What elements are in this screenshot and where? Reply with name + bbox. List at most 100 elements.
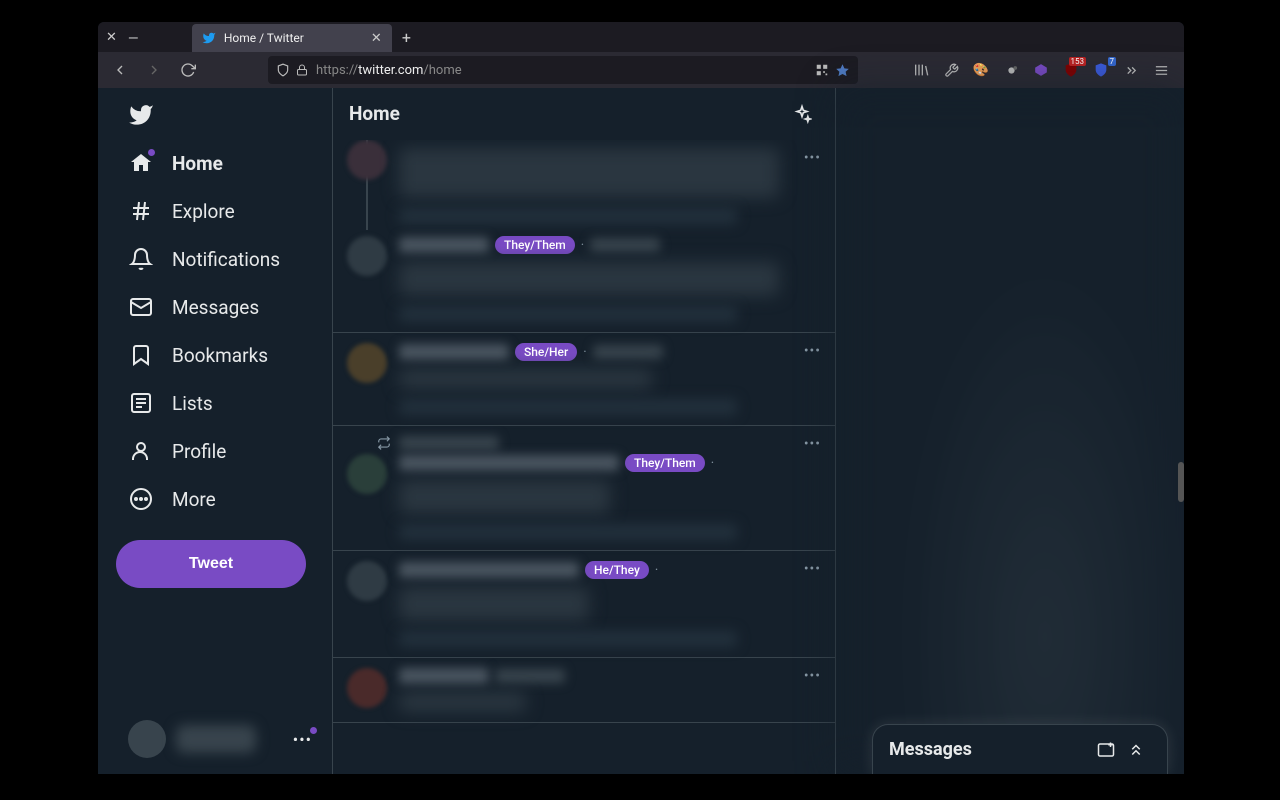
back-button[interactable] [106,56,134,84]
main-column: Home [332,88,836,774]
sidebar-item-notifications[interactable]: Notifications [116,236,324,282]
username-blurred [399,455,619,471]
avatar [347,668,387,708]
avatar [347,454,387,494]
account-switcher[interactable]: ••• [116,712,324,766]
url-text: https://twitter.com/home [316,63,462,78]
twitter-logo[interactable] [116,92,324,138]
lock-icon [296,64,308,76]
top-tweets-button[interactable] [785,97,819,131]
bookmark-star-icon[interactable] [835,63,850,78]
sidebar-item-label: Profile [172,440,226,463]
envelope-icon [128,294,154,320]
tweet-item[interactable]: ••• [333,658,835,723]
browser-toolbar: https://twitter.com/home 🎨 153 7 [98,52,1184,88]
window-close-icon[interactable]: ✕ [106,30,117,45]
shield-icon [276,63,290,77]
sidebar-item-messages[interactable]: Messages [116,284,324,330]
ublock-icon[interactable]: 153 [1062,61,1080,79]
sidebar: Home Explore Notifications Messages Book… [98,88,332,774]
pronoun-badge: They/Them [495,236,575,254]
account-name-blurred [176,725,256,753]
separator-dot: · [583,345,586,360]
tweet-item[interactable]: He/They · ••• [333,551,835,658]
window-minimize-icon[interactable]: ‒ [129,27,138,47]
sidebar-item-label: Home [172,152,223,175]
bell-icon [128,246,154,272]
sparkle-icon [792,104,812,124]
tweet-actions-blurred [399,399,737,415]
hamburger-menu-icon[interactable] [1152,61,1170,79]
sidebar-item-lists[interactable]: Lists [116,380,324,426]
new-message-icon [1097,741,1115,759]
messages-drawer[interactable]: Messages [872,724,1168,774]
expand-drawer-button[interactable] [1121,735,1151,765]
pronoun-badge: He/They [585,561,649,579]
overflow-chevrons-icon[interactable] [1122,61,1140,79]
browser-tab[interactable]: Home / Twitter ✕ [192,24,392,52]
retweeted-by-blurred [399,436,499,450]
tweet-more-button[interactable]: ••• [804,668,821,684]
tweet-more-button[interactable]: ••• [804,436,821,452]
url-bar[interactable]: https://twitter.com/home [268,56,858,84]
sidebar-item-bookmarks[interactable]: Bookmarks [116,332,324,378]
tweet-content-blurred [399,262,779,296]
tweet-actions-blurred [399,306,737,322]
handle-blurred [590,238,660,252]
hash-icon [128,198,154,224]
sidebar-item-label: Lists [172,392,213,415]
sidebar-item-label: Bookmarks [172,344,268,367]
handle-blurred [593,345,663,359]
scrollbar-thumb[interactable] [1178,462,1184,502]
tweet-more-button[interactable]: ••• [804,561,821,577]
handle-blurred [495,669,565,683]
retweet-icon [377,436,391,450]
extension-icon-4[interactable]: 7 [1092,61,1110,79]
avatar [347,343,387,383]
right-column: Messages [836,88,1184,774]
sidebar-item-label: More [172,488,216,511]
more-circle-icon [128,486,154,512]
tweet-item[interactable]: They/Them · ••• [333,140,835,333]
tweet-content-blurred [399,369,652,389]
username-blurred [399,562,579,578]
tweet-button[interactable]: Tweet [116,540,306,588]
feed[interactable]: They/Them · ••• [333,140,835,774]
person-icon [128,438,154,464]
more-icon: ••• [293,730,312,749]
tweet-more-button[interactable]: ••• [804,150,821,166]
trends-blurred [836,88,1184,774]
tweet-content-blurred [399,148,779,198]
avatar [347,561,387,601]
separator-dot: · [655,563,658,578]
tweet-actions-blurred [399,631,737,647]
tab-close-icon[interactable]: ✕ [371,31,382,46]
new-tab-button[interactable]: + [392,22,421,52]
separator-dot: · [581,238,584,253]
new-message-button[interactable] [1091,735,1121,765]
reload-button[interactable] [174,56,202,84]
home-icon [128,150,154,176]
twitter-favicon-icon [202,31,216,45]
tweet-item[interactable]: They/Them · ••• [333,426,835,551]
library-icon[interactable] [912,61,930,79]
sidebar-item-label: Messages [172,296,259,319]
tweet-item[interactable]: She/Her · ••• [333,333,835,426]
extension-icon-1[interactable]: 🎨 [972,61,990,79]
tweet-content-blurred [399,480,610,514]
extension-icon-2[interactable] [1002,61,1020,79]
extension-icon-3[interactable] [1032,61,1050,79]
wrench-icon[interactable] [942,61,960,79]
sidebar-item-more[interactable]: More [116,476,324,522]
chevron-double-up-icon [1127,741,1145,759]
qr-icon[interactable] [815,63,829,77]
forward-button[interactable] [140,56,168,84]
notification-dot-icon [148,149,155,156]
main-header: Home [333,88,835,140]
sidebar-item-profile[interactable]: Profile [116,428,324,474]
sidebar-item-explore[interactable]: Explore [116,188,324,234]
sidebar-item-home[interactable]: Home [116,140,324,186]
tweet-content-blurred [399,692,526,712]
tweet-more-button[interactable]: ••• [804,343,821,359]
username-blurred [399,668,489,684]
